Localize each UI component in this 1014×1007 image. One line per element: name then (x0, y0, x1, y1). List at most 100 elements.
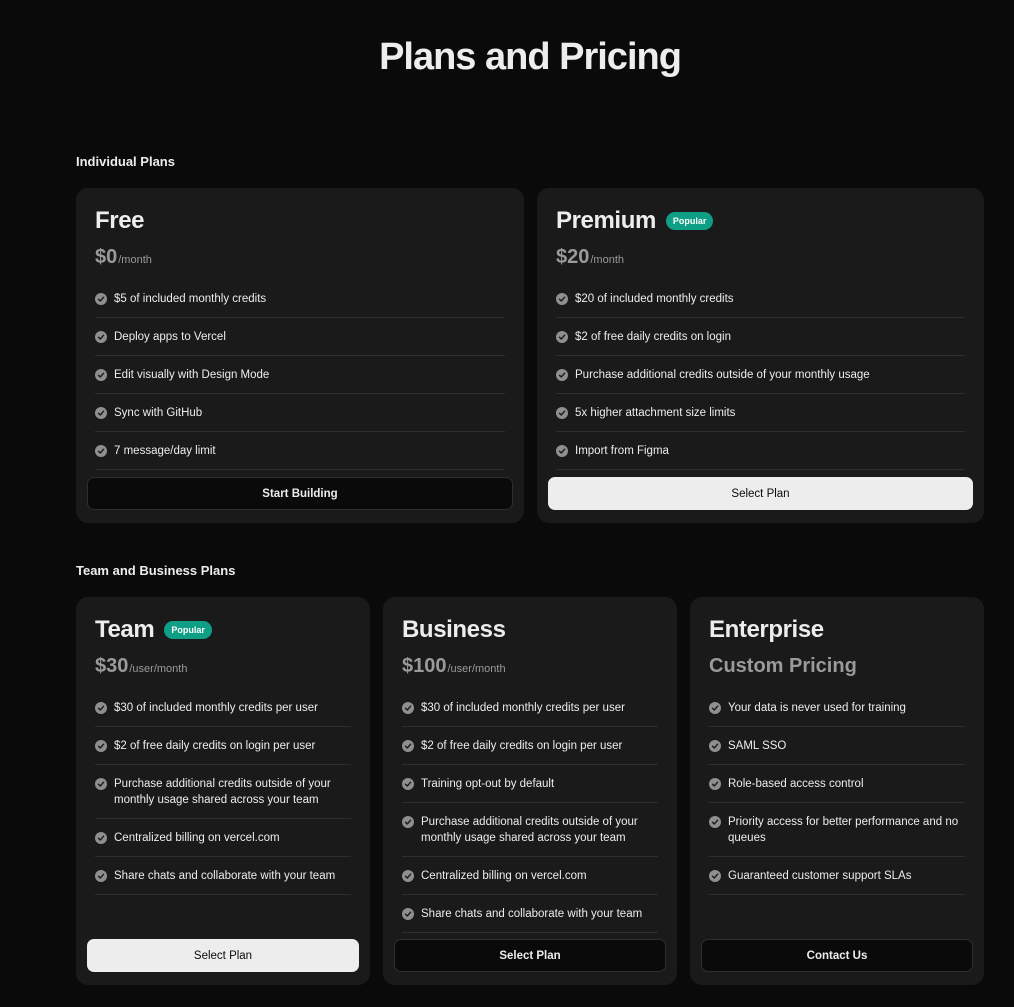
plan-card-team: Team Popular $30 /user/month $30 of incl… (76, 597, 370, 985)
plan-name: Free (95, 207, 145, 234)
feature-text: Deploy apps to Vercel (114, 331, 226, 343)
feature-text: Purchase additional credits outside of y… (114, 778, 331, 806)
check-circle-icon (95, 407, 107, 419)
check-circle-icon (709, 816, 721, 828)
select-plan-button-business[interactable]: Select Plan (394, 939, 666, 972)
popular-badge: Popular (164, 621, 212, 639)
section-label-individual: Individual Plans (76, 154, 175, 169)
feature-text: 5x higher attachment size limits (575, 407, 736, 419)
plan-card-free: Free $0 /month $5 of included monthly cr… (76, 188, 524, 523)
price-unit: /month (118, 254, 152, 266)
check-circle-icon (95, 832, 107, 844)
feature-text: $2 of free daily credits on login (575, 331, 731, 343)
plan-price: $30 /user/month (95, 655, 187, 678)
feature-text: Guaranteed customer support SLAs (728, 870, 912, 882)
check-circle-icon (556, 369, 568, 381)
feature-item: Training opt-out by default (402, 765, 658, 803)
price-unit: /month (590, 254, 625, 266)
feature-text: $2 of free daily credits on login per us… (114, 740, 316, 752)
start-building-button[interactable]: Start Building (87, 477, 513, 510)
check-circle-icon (402, 702, 414, 714)
check-circle-icon (556, 407, 568, 419)
feature-item: Import from Figma (556, 432, 965, 470)
select-plan-button-premium[interactable]: Select Plan (548, 477, 973, 510)
feature-item: Sync with GitHub (95, 394, 505, 432)
feature-text: Role-based access control (728, 778, 864, 790)
feature-text: Your data is never used for training (728, 702, 906, 714)
check-circle-icon (709, 870, 721, 882)
feature-item: $20 of included monthly credits (556, 280, 965, 318)
feature-text: $30 of included monthly credits per user (421, 702, 625, 714)
plan-card-business: Business $100 /user/month $30 of include… (383, 597, 677, 985)
feature-item: SAML SSO (709, 727, 965, 765)
feature-item: Share chats and collaborate with your te… (95, 857, 351, 895)
check-circle-icon (556, 331, 568, 343)
price-amount: $100 (402, 655, 447, 677)
feature-text: Import from Figma (575, 445, 669, 457)
feature-text: Centralized billing on vercel.com (114, 832, 280, 844)
section-label-team: Team and Business Plans (76, 563, 236, 578)
feature-item: Deploy apps to Vercel (95, 318, 505, 356)
check-circle-icon (402, 778, 414, 790)
feature-text: 7 message/day limit (114, 445, 216, 457)
price-unit: /user/month (447, 663, 506, 675)
feature-list: $30 of included monthly credits per user… (95, 689, 351, 895)
feature-list: $5 of included monthly credits Deploy ap… (95, 280, 505, 470)
feature-item: $2 of free daily credits on login (556, 318, 965, 356)
feature-item: 7 message/day limit (95, 432, 505, 470)
price-amount: $30 (95, 655, 129, 677)
feature-item: 5x higher attachment size limits (556, 394, 965, 432)
feature-item: Purchase additional credits outside of y… (402, 803, 658, 857)
plan-card-premium: Premium Popular $20 /month $20 of includ… (537, 188, 984, 523)
select-plan-button-team[interactable]: Select Plan (87, 939, 359, 972)
check-circle-icon (402, 908, 414, 920)
feature-item: $30 of included monthly credits per user (402, 689, 658, 727)
feature-item: Purchase additional credits outside of y… (556, 356, 965, 394)
plan-price: $0 /month (95, 246, 152, 269)
feature-item: Purchase additional credits outside of y… (95, 765, 351, 819)
check-circle-icon (709, 740, 721, 752)
price-amount: $0 (95, 246, 118, 268)
check-circle-icon (95, 445, 107, 457)
feature-text: Edit visually with Design Mode (114, 369, 270, 381)
price-amount: Custom Pricing (709, 655, 857, 677)
check-circle-icon (95, 331, 107, 343)
check-circle-icon (402, 816, 414, 828)
check-circle-icon (709, 778, 721, 790)
feature-text: Training opt-out by default (421, 778, 555, 790)
feature-list: Your data is never used for training SAM… (709, 689, 965, 895)
price-unit: /user/month (129, 663, 188, 675)
plan-name: Business (402, 616, 506, 643)
feature-item: Edit visually with Design Mode (95, 356, 505, 394)
plan-name: Enterprise (709, 616, 824, 643)
feature-item: Centralized billing on vercel.com (95, 819, 351, 857)
check-circle-icon (95, 293, 107, 305)
check-circle-icon (402, 740, 414, 752)
check-circle-icon (556, 293, 568, 305)
feature-text: Sync with GitHub (114, 407, 203, 419)
check-circle-icon (95, 870, 107, 882)
feature-item: $5 of included monthly credits (95, 280, 505, 318)
plan-price: $20 /month (556, 246, 624, 269)
plan-name: Team (95, 616, 155, 643)
check-circle-icon (95, 778, 107, 790)
feature-text: Purchase additional credits outside of y… (575, 369, 870, 381)
feature-text: Priority access for better performance a… (728, 816, 959, 844)
feature-item: $30 of included monthly credits per user (95, 689, 351, 727)
feature-item: $2 of free daily credits on login per us… (402, 727, 658, 765)
check-circle-icon (709, 702, 721, 714)
feature-list: $20 of included monthly credits $2 of fr… (556, 280, 965, 470)
plan-price: Custom Pricing (709, 655, 857, 678)
feature-text: $20 of included monthly credits (575, 293, 734, 305)
popular-badge: Popular (665, 212, 714, 230)
check-circle-icon (95, 369, 107, 381)
feature-text: Share chats and collaborate with your te… (114, 870, 336, 882)
feature-text: $2 of free daily credits on login per us… (421, 740, 623, 752)
check-circle-icon (402, 870, 414, 882)
page-title: Plans and Pricing (379, 36, 682, 78)
check-circle-icon (556, 445, 568, 457)
feature-text: Purchase additional credits outside of y… (421, 816, 638, 844)
contact-us-button[interactable]: Contact Us (701, 939, 973, 972)
feature-item: Centralized billing on vercel.com (402, 857, 658, 895)
feature-text: Share chats and collaborate with your te… (421, 908, 643, 920)
